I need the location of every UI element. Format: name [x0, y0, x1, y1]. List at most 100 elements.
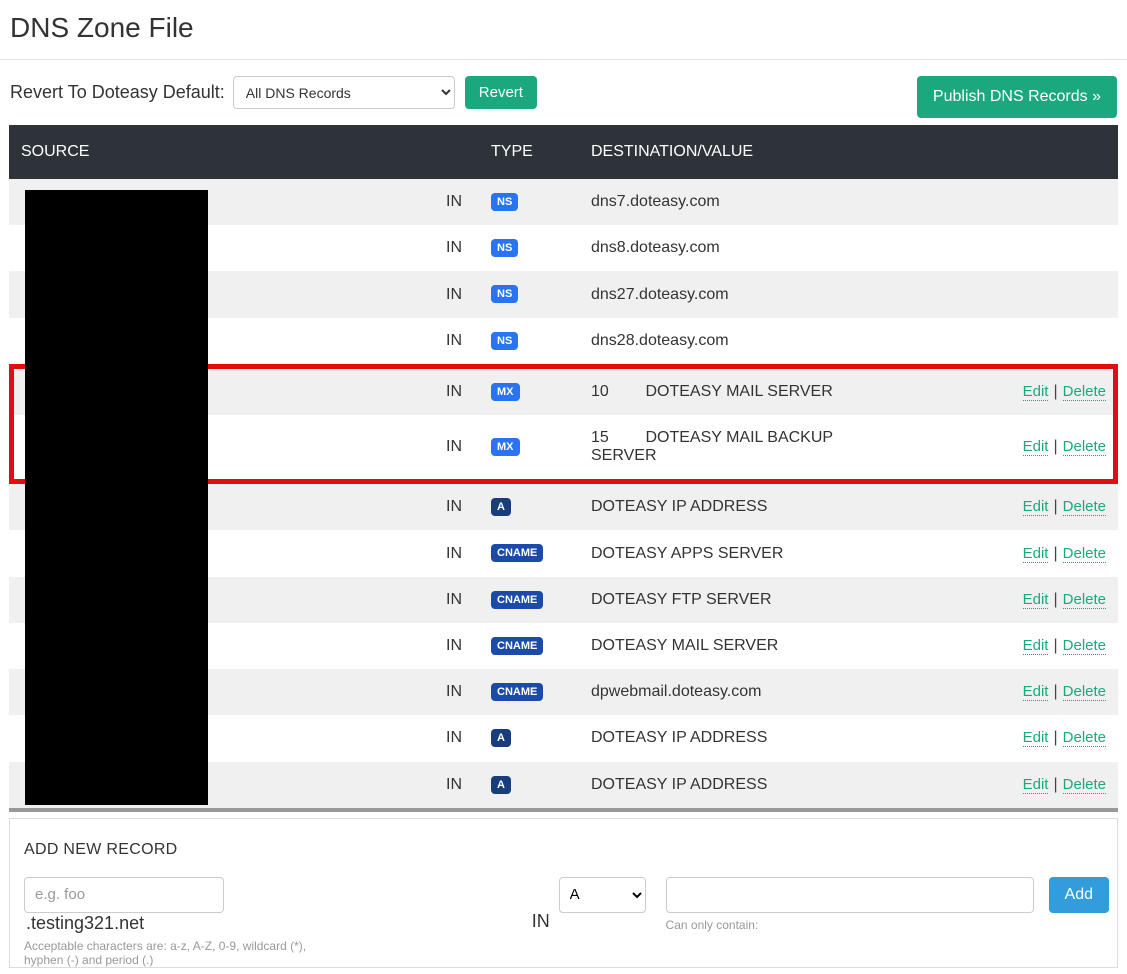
actions-cell — [849, 318, 1119, 367]
value-text: DOTEASY IP ADDRESS — [591, 498, 767, 515]
action-separator: | — [1048, 545, 1062, 562]
value-cell: dns28.doteasy.com — [579, 318, 849, 367]
delete-link[interactable]: Delete — [1063, 591, 1106, 609]
mx-priority: 10 — [591, 383, 641, 401]
actions-cell: Edit|Delete — [849, 715, 1119, 761]
value-cell: 10 DOTEASY MAIL SERVER — [579, 366, 849, 415]
in-cell: IN — [429, 623, 479, 669]
revert-button[interactable]: Revert — [465, 76, 537, 109]
actions-cell: Edit|Delete — [849, 762, 1119, 808]
record-type-badge: A — [491, 776, 511, 794]
table-header-row: SOURCE TYPE DESTINATION/VALUE — [9, 125, 1118, 179]
type-cell: CNAME — [479, 577, 579, 623]
revert-filter-select[interactable]: All DNS Records — [233, 76, 455, 109]
delete-link[interactable]: Delete — [1063, 498, 1106, 516]
action-separator: | — [1048, 683, 1062, 700]
record-value-input[interactable] — [666, 877, 1034, 913]
actions-cell: Edit|Delete — [849, 577, 1119, 623]
action-separator: | — [1048, 383, 1062, 400]
value-cell: DOTEASY IP ADDRESS — [579, 762, 849, 808]
top-controls: Revert To Doteasy Default: All DNS Recor… — [0, 60, 1127, 125]
record-type-badge: CNAME — [491, 683, 543, 701]
type-cell: MX — [479, 415, 579, 482]
value-text: dns8.doteasy.com — [591, 239, 720, 256]
record-type-badge: MX — [491, 383, 520, 401]
record-type-badge: A — [491, 729, 511, 747]
header-in-spacer — [429, 125, 479, 179]
action-separator: | — [1048, 498, 1062, 515]
edit-link[interactable]: Edit — [1023, 637, 1049, 655]
edit-link[interactable]: Edit — [1023, 683, 1049, 701]
delete-link[interactable]: Delete — [1063, 729, 1106, 747]
value-hint: Can only contain: — [666, 918, 1034, 932]
actions-cell: Edit|Delete — [849, 669, 1119, 715]
actions-cell — [849, 271, 1119, 317]
edit-link[interactable]: Edit — [1023, 383, 1049, 401]
value-cell: DOTEASY APPS SERVER — [579, 530, 849, 576]
in-cell: IN — [429, 530, 479, 576]
value-cell: dns8.doteasy.com — [579, 225, 849, 271]
in-cell: IN — [429, 669, 479, 715]
delete-link[interactable]: Delete — [1063, 637, 1106, 655]
value-text: dpwebmail.doteasy.com — [591, 683, 761, 700]
value-text: DOTEASY MAIL SERVER — [645, 383, 832, 400]
record-type-badge: NS — [491, 332, 518, 350]
value-cell: DOTEASY IP ADDRESS — [579, 482, 849, 531]
type-cell: A — [479, 482, 579, 531]
subdomain-hint: Acceptable characters are: a-z, A-Z, 0-9… — [24, 939, 335, 967]
header-value: DESTINATION/VALUE — [579, 125, 1118, 179]
in-cell: IN — [429, 225, 479, 271]
action-separator: | — [1048, 438, 1062, 455]
record-type-select[interactable]: A — [559, 877, 646, 913]
record-type-badge: A — [491, 498, 511, 516]
in-cell: IN — [429, 366, 479, 415]
edit-link[interactable]: Edit — [1023, 776, 1049, 794]
header-source: SOURCE — [9, 125, 429, 179]
in-cell: IN — [429, 415, 479, 482]
delete-link[interactable]: Delete — [1063, 683, 1106, 701]
type-cell: A — [479, 715, 579, 761]
actions-cell: Edit|Delete — [849, 623, 1119, 669]
edit-link[interactable]: Edit — [1023, 438, 1049, 456]
publish-button[interactable]: Publish DNS Records » — [917, 76, 1117, 118]
add-record-button[interactable]: Add — [1049, 877, 1109, 913]
value-text: dns7.doteasy.com — [591, 193, 720, 210]
type-cell: NS — [479, 271, 579, 317]
actions-cell: Edit|Delete — [849, 482, 1119, 531]
value-text: DOTEASY APPS SERVER — [591, 545, 783, 562]
delete-link[interactable]: Delete — [1063, 545, 1106, 563]
mx-priority: 15 — [591, 429, 641, 447]
edit-link[interactable]: Edit — [1023, 591, 1049, 609]
edit-link[interactable]: Edit — [1023, 545, 1049, 563]
value-text: dns28.doteasy.com — [591, 332, 729, 349]
header-type: TYPE — [479, 125, 579, 179]
add-panel-divider — [9, 808, 1118, 812]
value-text: DOTEASY MAIL SERVER — [591, 637, 778, 654]
action-separator: | — [1048, 591, 1062, 608]
edit-link[interactable]: Edit — [1023, 729, 1049, 747]
type-cell: MX — [479, 366, 579, 415]
type-cell: CNAME — [479, 669, 579, 715]
record-type-badge: CNAME — [491, 637, 543, 655]
type-cell: NS — [479, 179, 579, 225]
actions-cell: Edit|Delete — [849, 415, 1119, 482]
value-cell: dns7.doteasy.com — [579, 179, 849, 225]
page-title: DNS Zone File — [0, 0, 1127, 60]
value-text: DOTEASY IP ADDRESS — [591, 729, 767, 746]
value-text: DOTEASY FTP SERVER — [591, 591, 772, 608]
delete-link[interactable]: Delete — [1063, 438, 1106, 456]
actions-cell: Edit|Delete — [849, 530, 1119, 576]
record-type-badge: NS — [491, 239, 518, 257]
actions-cell — [849, 225, 1119, 271]
delete-link[interactable]: Delete — [1063, 776, 1106, 794]
type-cell: A — [479, 762, 579, 808]
value-text: DOTEASY IP ADDRESS — [591, 776, 767, 793]
add-record-title: ADD NEW RECORD — [18, 827, 1109, 877]
delete-link[interactable]: Delete — [1063, 383, 1106, 401]
record-type-badge: NS — [491, 193, 518, 211]
revert-label: Revert To Doteasy Default: — [10, 82, 225, 103]
record-type-badge: CNAME — [491, 544, 543, 562]
edit-link[interactable]: Edit — [1023, 498, 1049, 516]
subdomain-input[interactable] — [24, 877, 224, 913]
type-cell: CNAME — [479, 623, 579, 669]
